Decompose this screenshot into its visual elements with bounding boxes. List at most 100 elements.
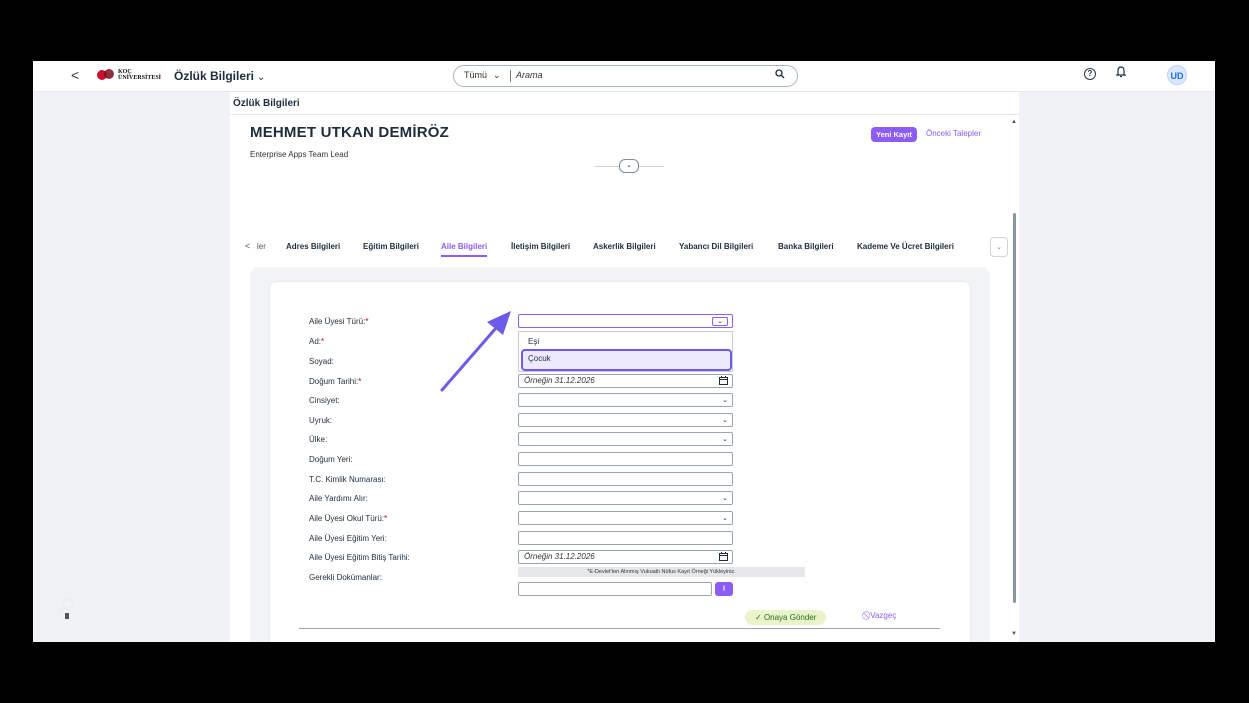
- logo-text-line2: ÜNİVERSİTESİ: [118, 75, 162, 81]
- school-type-select[interactable]: ⌄: [518, 511, 733, 525]
- required-mark: *: [384, 514, 388, 523]
- submit-for-approval-button[interactable]: ✓ Onaya Gönder: [745, 610, 827, 625]
- app-title: Özlük Bilgileri: [174, 69, 255, 83]
- main-panel: Özlük Bilgileri MEHMET UTKAN DEMİRÖZ Ent…: [230, 92, 1019, 642]
- check-icon: ✓: [755, 613, 764, 622]
- tab-education[interactable]: Eğitim Bilgileri: [363, 242, 419, 251]
- required-mark: *: [358, 377, 362, 386]
- tab-foreign-language[interactable]: Yabancı Dil Bilgileri: [679, 242, 753, 251]
- label-first-name: Ad:*: [309, 337, 324, 346]
- chevron-down-icon: ⌄: [722, 495, 728, 502]
- label-gender: Cinsiyet:: [309, 396, 340, 405]
- label-nationality: Uyruk:: [309, 416, 333, 425]
- label-country: Ülke:: [309, 435, 328, 444]
- search-scope-select[interactable]: Tümü ⌄: [464, 70, 501, 81]
- chevron-down-icon: ⌄: [712, 317, 728, 326]
- tc-id-input[interactable]: [518, 472, 733, 486]
- birth-place-input[interactable]: [518, 452, 733, 466]
- tab-bar: < ler Adres Bilgileri Eğitim Bilgileri A…: [230, 237, 1019, 261]
- label-birth-place: Doğum Yeri:: [309, 455, 353, 464]
- collapse-header-button[interactable]: ⌄: [619, 159, 639, 173]
- employee-name: MEHMET UTKAN DEMİRÖZ: [250, 124, 449, 141]
- bell-icon[interactable]: [1115, 66, 1127, 81]
- document-note: *E-Devlet'ten Alınmış Vukuatlı Nüfus Kay…: [518, 567, 805, 577]
- tab-address[interactable]: Adres Bilgileri: [286, 242, 340, 251]
- label-text: Aile Üyesi Türü:: [309, 317, 366, 326]
- chevron-down-icon: ⌄: [722, 417, 728, 424]
- avatar[interactable]: UD: [1167, 65, 1187, 85]
- logo-text: KOÇ ÜNİVERSİTESİ: [118, 69, 161, 81]
- cancel-label: Vazgeç: [870, 611, 897, 620]
- label-education-end-date: Aile Üyesi Eğitim Bitiş Tarihi:: [309, 553, 410, 562]
- label-school-type: Aile Üyesi Okul Türü:*: [309, 514, 387, 523]
- company-logo[interactable]: KOÇ ÜNİVERSİTESİ: [97, 68, 161, 82]
- scrollbar[interactable]: ▲ ▼: [1011, 109, 1017, 637]
- birth-date-input[interactable]: Örneğin 31.12.2026: [524, 376, 595, 385]
- label-text: Ad:: [309, 337, 322, 346]
- upload-button[interactable]: ⭱: [715, 582, 733, 596]
- chevron-down-icon: ⌄: [257, 72, 266, 83]
- search-input[interactable]: Arama: [516, 70, 543, 80]
- submit-label: Onaya Gönder: [763, 613, 817, 622]
- chevron-down-icon: ⌄: [996, 244, 1002, 251]
- chevron-down-icon: ⌄: [493, 70, 501, 80]
- label-family-aid: Aile Yardımı Alır:: [309, 494, 368, 503]
- tab-family[interactable]: Aile Bilgileri: [441, 242, 488, 257]
- tab-scroll-left-button[interactable]: <: [245, 241, 250, 251]
- label-text: Doğum Tarihi:: [309, 377, 359, 386]
- search-scope-label: Tümü: [464, 70, 488, 80]
- tab-bank[interactable]: Banka Bilgileri: [778, 242, 834, 251]
- dropdown-option-child[interactable]: Çocuk: [521, 349, 732, 371]
- gender-select[interactable]: ⌄: [518, 393, 733, 407]
- label-last-name: Soyad:: [309, 357, 334, 366]
- cancel-button[interactable]: ⃠ Vazgeç: [868, 611, 896, 621]
- education-end-date-field[interactable]: Örneğin 31.12.2026: [518, 550, 733, 564]
- education-place-input[interactable]: [518, 531, 733, 545]
- shell-bar: < KOÇ ÜNİVERSİTESİ Özlük Bilgileri ⌄ Tümü…: [33, 61, 1215, 92]
- tab-partial[interactable]: ler: [257, 242, 266, 251]
- divider: [299, 628, 940, 629]
- calendar-icon[interactable]: [719, 376, 728, 387]
- family-member-type-dropdown: Eşi Çocuk: [518, 331, 733, 372]
- upload-icon: ⭱: [722, 584, 726, 593]
- family-member-type-select[interactable]: ⌄: [518, 314, 733, 328]
- employee-role: Enterprise Apps Team Lead: [250, 150, 349, 159]
- family-aid-select[interactable]: ⌄: [518, 491, 733, 505]
- label-education-place: Aile Üyesi Eğitim Yeri:: [309, 534, 387, 543]
- new-record-button[interactable]: Yeni Kayıt: [871, 127, 917, 142]
- family-form-card: Aile Üyesi Türü:* Ad:* Soyad: Doğum Tari…: [270, 282, 970, 642]
- object-header: MEHMET UTKAN DEMİRÖZ Enterprise Apps Tea…: [230, 115, 1019, 215]
- search-icon[interactable]: [775, 69, 785, 82]
- label-tc-id: T.C. Kimlik Numarası:: [309, 475, 386, 484]
- label-text: Aile Üyesi Okul Türü:: [309, 514, 384, 523]
- country-select[interactable]: ⌄: [518, 432, 733, 446]
- search-bar[interactable]: Tümü ⌄ Arama: [453, 65, 798, 87]
- tab-overflow-button[interactable]: ⌄: [990, 237, 1008, 257]
- scroll-up-icon[interactable]: ▲: [1011, 119, 1017, 125]
- nationality-select[interactable]: ⌄: [518, 413, 733, 427]
- label-birth-date: Doğum Tarihi:*: [309, 377, 361, 386]
- previous-requests-link[interactable]: Önceki Talepler: [926, 129, 981, 138]
- calendar-icon[interactable]: [719, 552, 728, 563]
- page-title: Özlük Bilgileri: [233, 98, 300, 109]
- chevron-down-icon: ⌄: [722, 515, 728, 522]
- chevron-down-icon: ⌄: [722, 397, 728, 404]
- birth-date-field[interactable]: Örneğin 31.12.2026: [518, 374, 733, 388]
- app-title-menu[interactable]: Özlük Bilgileri ⌄: [174, 69, 265, 83]
- education-end-date-input[interactable]: Örneğin 31.12.2026: [524, 552, 595, 561]
- document-file-input[interactable]: [518, 582, 712, 596]
- app-window: < KOÇ ÜNİVERSİTESİ Özlük Bilgileri ⌄ Tümü…: [33, 61, 1215, 642]
- required-mark: *: [365, 317, 369, 326]
- content-area: Aile Üyesi Türü:* Ad:* Soyad: Doğum Tari…: [250, 267, 990, 642]
- tab-grade-salary[interactable]: Kademe Ve Ücret Bilgileri: [857, 242, 954, 251]
- required-mark: *: [321, 337, 325, 346]
- help-icon[interactable]: ?: [1084, 68, 1096, 80]
- search-separator: [510, 70, 511, 82]
- back-button[interactable]: <: [71, 67, 79, 83]
- scroll-down-icon[interactable]: ▼: [1011, 631, 1017, 637]
- tab-military[interactable]: Askerlik Bilgileri: [593, 242, 656, 251]
- scrollbar-thumb[interactable]: [1013, 213, 1016, 603]
- tab-contact[interactable]: İletişim Bilgileri: [511, 242, 570, 251]
- dropdown-option-spouse[interactable]: Eşi: [528, 337, 539, 346]
- chevron-down-icon: ⌄: [722, 436, 728, 443]
